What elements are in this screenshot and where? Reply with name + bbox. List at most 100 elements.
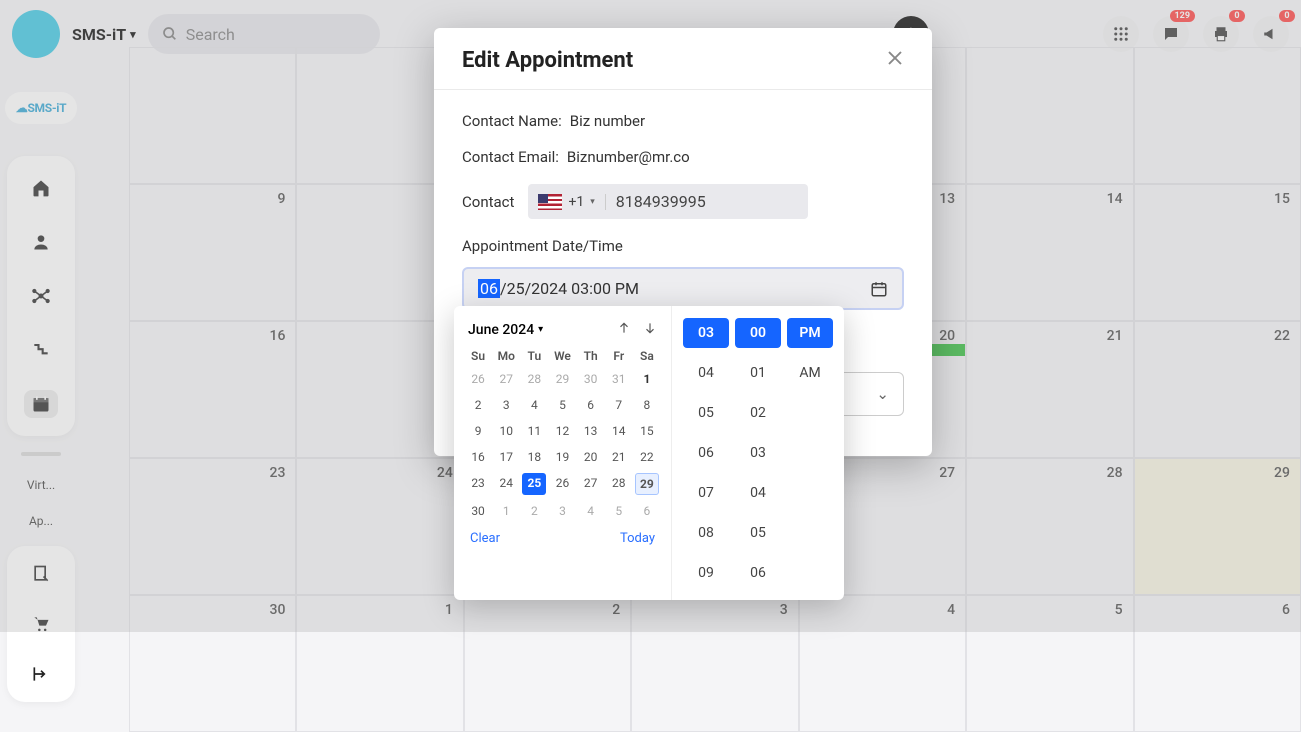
picker-day[interactable]: 30 — [579, 369, 603, 389]
picker-day[interactable]: 4 — [579, 501, 603, 521]
phone-input[interactable]: +1 ▾ 8184939995 — [528, 184, 808, 219]
picker-day[interactable]: 5 — [607, 501, 631, 521]
sidenav-logout[interactable] — [24, 660, 58, 688]
picker-minute[interactable]: 03 — [735, 438, 781, 468]
calendar-cell[interactable]: 21 — [966, 321, 1133, 458]
picker-day[interactable]: 11 — [522, 421, 546, 441]
picker-day[interactable]: 26 — [550, 473, 574, 495]
picker-day[interactable]: 20 — [579, 447, 603, 467]
picker-day[interactable]: 28 — [522, 369, 546, 389]
prev-month-button[interactable] — [617, 320, 631, 339]
picker-hour[interactable]: 09 — [683, 558, 729, 588]
picker-ampm[interactable]: PM — [787, 318, 833, 348]
calendar-cell[interactable]: 23 — [129, 458, 296, 595]
calendar-cell[interactable]: 29 — [1134, 458, 1301, 595]
picker-day[interactable]: 17 — [494, 447, 518, 467]
picker-day[interactable]: 26 — [466, 369, 490, 389]
avatar[interactable] — [12, 10, 60, 58]
picker-day[interactable]: 22 — [635, 447, 659, 467]
sidebar-text-virt[interactable]: Virt... — [11, 478, 71, 492]
next-month-button[interactable] — [643, 320, 657, 339]
calendar-cell[interactable] — [966, 47, 1133, 184]
sidenav-calendar[interactable] — [24, 390, 58, 418]
picker-day[interactable]: 24 — [494, 473, 518, 495]
picker-minute[interactable]: 02 — [735, 398, 781, 428]
picker-hour[interactable]: 04 — [683, 358, 729, 388]
picker-day[interactable]: 27 — [579, 473, 603, 495]
picker-ampm[interactable]: AM — [787, 358, 833, 388]
sidenav-cart[interactable] — [24, 610, 58, 638]
calendar-cell[interactable]: 9 — [129, 184, 296, 321]
picker-day[interactable]: 30 — [466, 501, 490, 521]
calendar-cell[interactable]: 24 — [296, 458, 463, 595]
calendar-cell[interactable]: 22 — [1134, 321, 1301, 458]
clear-button[interactable]: Clear — [470, 531, 500, 546]
picker-day[interactable]: 2 — [466, 395, 490, 415]
picker-day[interactable]: 8 — [635, 395, 659, 415]
picker-day[interactable]: 31 — [607, 369, 631, 389]
calendar-cell[interactable]: 16 — [129, 321, 296, 458]
picker-day[interactable]: 4 — [522, 395, 546, 415]
picker-month-select[interactable]: June 2024 ▾ — [468, 322, 543, 338]
picker-day[interactable]: 15 — [635, 421, 659, 441]
picker-minute[interactable]: 00 — [735, 318, 781, 348]
picker-day[interactable]: 28 — [607, 473, 631, 495]
calendar-cell[interactable]: 6 — [1134, 595, 1301, 732]
picker-day[interactable]: 5 — [550, 395, 574, 415]
sidenav-home[interactable] — [24, 174, 58, 202]
close-button[interactable] — [886, 48, 904, 73]
picker-day[interactable]: 21 — [607, 447, 631, 467]
picker-day[interactable]: 2 — [522, 501, 546, 521]
picker-day[interactable]: 19 — [550, 447, 574, 467]
picker-day[interactable]: 16 — [466, 447, 490, 467]
picker-minute[interactable]: 05 — [735, 518, 781, 548]
picker-day[interactable]: 1 — [635, 369, 659, 389]
logo-chip[interactable]: ☁ SMS-iT — [5, 92, 77, 124]
calendar-cell[interactable]: 1 — [296, 595, 463, 732]
picker-day[interactable]: 6 — [579, 395, 603, 415]
picker-hour[interactable]: 08 — [683, 518, 729, 548]
datetime-input[interactable]: 06/25/2024 03:00 PM — [462, 267, 904, 310]
picker-day[interactable]: 23 — [466, 473, 490, 495]
picker-day[interactable]: 6 — [635, 501, 659, 521]
picker-day[interactable]: 25 — [522, 473, 546, 495]
sidenav-steps[interactable] — [24, 336, 58, 364]
picker-hour[interactable]: 07 — [683, 478, 729, 508]
sidenav-profile[interactable] — [24, 228, 58, 256]
picker-day[interactable]: 10 — [494, 421, 518, 441]
calendar-cell[interactable]: 5 — [966, 595, 1133, 732]
calendar-cell[interactable]: 14 — [966, 184, 1133, 321]
picker-day[interactable]: 9 — [466, 421, 490, 441]
picker-day[interactable]: 3 — [494, 395, 518, 415]
picker-day[interactable]: 27 — [494, 369, 518, 389]
sidebar-text-ap[interactable]: Ap... — [11, 514, 71, 528]
picker-day[interactable]: 13 — [579, 421, 603, 441]
calendar-cell[interactable]: 3 — [631, 595, 798, 732]
picker-day[interactable]: 12 — [550, 421, 574, 441]
calendar-cell[interactable]: 15 — [1134, 184, 1301, 321]
brand-dropdown[interactable]: SMS-iT ▾ — [72, 25, 136, 44]
calendar-cell[interactable] — [1134, 47, 1301, 184]
picker-minute[interactable]: 01 — [735, 358, 781, 388]
picker-minute[interactable]: 06 — [735, 558, 781, 588]
picker-minute[interactable]: 04 — [735, 478, 781, 508]
sidenav-network[interactable] — [24, 282, 58, 310]
sidenav-doc[interactable] — [24, 560, 58, 588]
chat-badge: 129 — [1170, 10, 1196, 22]
calendar-cell[interactable] — [129, 47, 296, 184]
calendar-cell[interactable]: 2 — [464, 595, 631, 732]
picker-hour[interactable]: 06 — [683, 438, 729, 468]
picker-day[interactable]: 1 — [494, 501, 518, 521]
picker-hour[interactable]: 05 — [683, 398, 729, 428]
picker-day[interactable]: 14 — [607, 421, 631, 441]
calendar-cell[interactable]: 4 — [799, 595, 966, 732]
picker-day[interactable]: 7 — [607, 395, 631, 415]
picker-day[interactable]: 29 — [550, 369, 574, 389]
picker-day[interactable]: 29 — [635, 473, 659, 495]
calendar-cell[interactable]: 30 — [129, 595, 296, 732]
picker-day[interactable]: 18 — [522, 447, 546, 467]
picker-hour[interactable]: 03 — [683, 318, 729, 348]
calendar-cell[interactable]: 28 — [966, 458, 1133, 595]
picker-day[interactable]: 3 — [550, 501, 574, 521]
today-button[interactable]: Today — [620, 531, 655, 546]
